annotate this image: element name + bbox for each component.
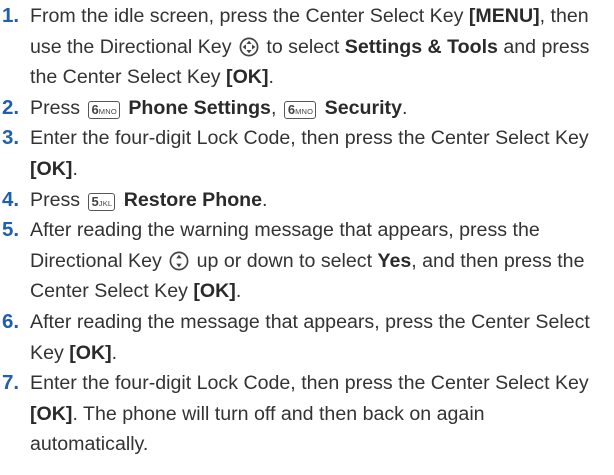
directional-key-4way-icon bbox=[239, 37, 259, 57]
instruction-steps: 1. From the idle screen, press the Cente… bbox=[0, 0, 614, 460]
step-1: 1. From the idle screen, press the Cente… bbox=[0, 1, 614, 93]
step-2: 2. Press 6MNO Phone Settings, 6MNO Secur… bbox=[0, 93, 614, 124]
step-7: 7. Enter the four-digit Lock Code, then … bbox=[0, 368, 614, 460]
yes-label: Yes bbox=[377, 249, 412, 272]
key-6-mno-icon: 6MNO bbox=[87, 100, 120, 119]
step-text: Enter the four-digit Lock Code, then pre… bbox=[30, 127, 589, 180]
step-text: From the idle screen, press the Center S… bbox=[30, 5, 590, 89]
step-text: After reading the message that appears, … bbox=[30, 310, 590, 364]
step-text: Press 5JKL Restore Phone. bbox=[30, 188, 268, 211]
step-text: Press 6MNO Phone Settings, 6MNO Security… bbox=[30, 96, 408, 119]
key-6-mno-icon: 6MNO bbox=[283, 100, 317, 119]
step-text: After reading the warning message that a… bbox=[30, 219, 585, 303]
settings-tools-label: Settings & Tools bbox=[344, 35, 498, 58]
step-number: 4. bbox=[2, 187, 20, 211]
step-number: 6. bbox=[2, 309, 20, 333]
restore-phone-label: Restore Phone bbox=[123, 188, 263, 211]
step-number: 5. bbox=[2, 218, 20, 242]
security-label: Security bbox=[324, 96, 402, 119]
step-5: 5. After reading the warning message tha… bbox=[0, 215, 614, 307]
ok-key-label: [OK] bbox=[69, 341, 112, 364]
step-number: 7. bbox=[2, 371, 20, 395]
step-number: 3. bbox=[2, 126, 20, 150]
ok-key-label: [OK] bbox=[193, 280, 236, 303]
directional-key-updown-icon bbox=[169, 251, 189, 271]
step-3: 3. Enter the four-digit Lock Code, then … bbox=[0, 123, 614, 184]
step-number: 1. bbox=[2, 4, 20, 27]
key-5-jkl-icon: 5JKL bbox=[87, 192, 116, 211]
menu-key-label: [MENU] bbox=[468, 5, 540, 27]
step-6: 6. After reading the message that appear… bbox=[0, 307, 614, 368]
ok-key-label: [OK] bbox=[30, 402, 73, 425]
ok-key-label: [OK] bbox=[30, 157, 73, 180]
phone-settings-label: Phone Settings bbox=[128, 96, 271, 119]
ok-key-label: [OK] bbox=[226, 66, 269, 89]
step-number: 2. bbox=[2, 95, 20, 119]
step-text: Enter the four-digit Lock Code, then pre… bbox=[30, 372, 589, 456]
step-4: 4. Press 5JKL Restore Phone. bbox=[0, 185, 614, 216]
